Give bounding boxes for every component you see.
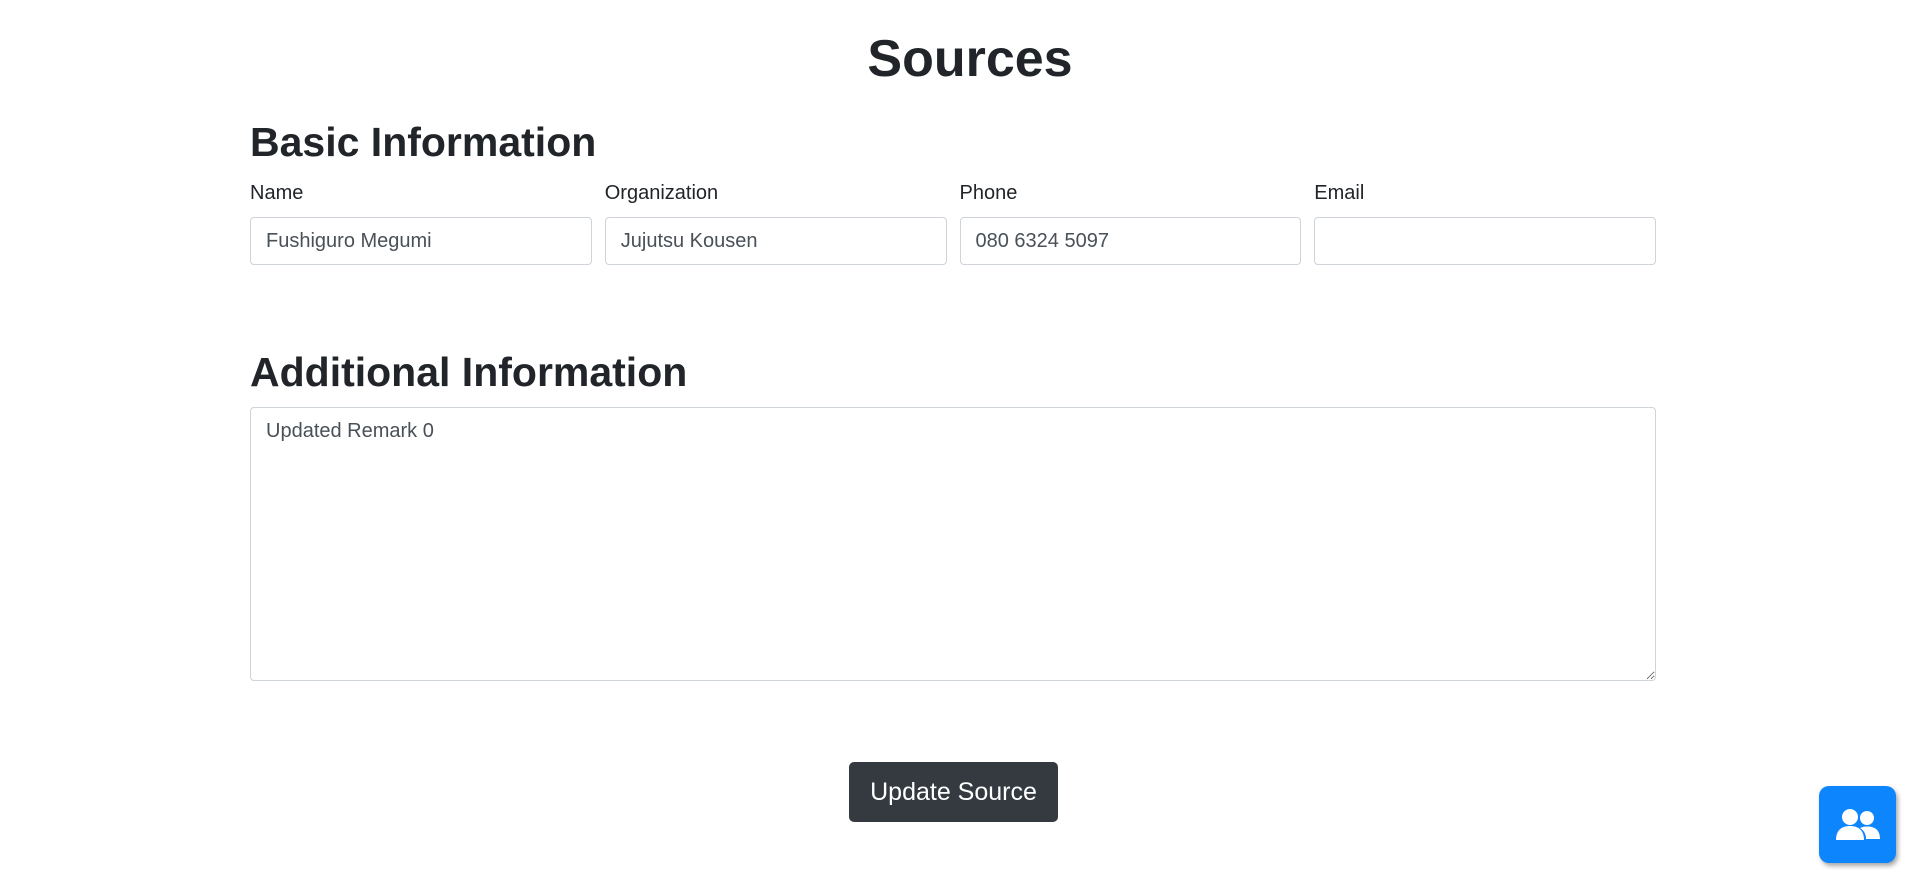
email-label: Email [1314, 182, 1365, 205]
page-title: Sources [867, 30, 1073, 88]
name-field-group: Name [250, 181, 592, 266]
organization-input[interactable] [604, 217, 947, 266]
organization-field-group: Organization [604, 181, 947, 266]
sources-page: Sources Basic Information Name Organizat… [0, 0, 1912, 895]
remarks-textarea[interactable] [250, 407, 1656, 682]
additional-information-section: Additional Information [250, 348, 1656, 682]
phone-field-group: Phone [959, 181, 1302, 266]
organization-label: Organization [604, 182, 719, 205]
phone-input[interactable] [959, 217, 1302, 266]
basic-information-heading: Basic Information [250, 119, 597, 165]
email-field-group: Email [1314, 181, 1656, 266]
basic-information-section: Basic Information Name Organization Phon… [250, 118, 1656, 266]
name-input[interactable] [250, 217, 592, 266]
email-input[interactable] [1314, 217, 1656, 266]
phone-label: Phone [959, 182, 1018, 205]
additional-information-heading: Additional Information [250, 349, 688, 395]
basic-information-fields: Name Organization Phone Email [250, 181, 1656, 266]
users-fab-button[interactable] [1819, 786, 1896, 863]
update-source-button[interactable]: Update Source [849, 762, 1058, 822]
users-icon [1833, 807, 1883, 843]
name-label: Name [250, 182, 304, 205]
